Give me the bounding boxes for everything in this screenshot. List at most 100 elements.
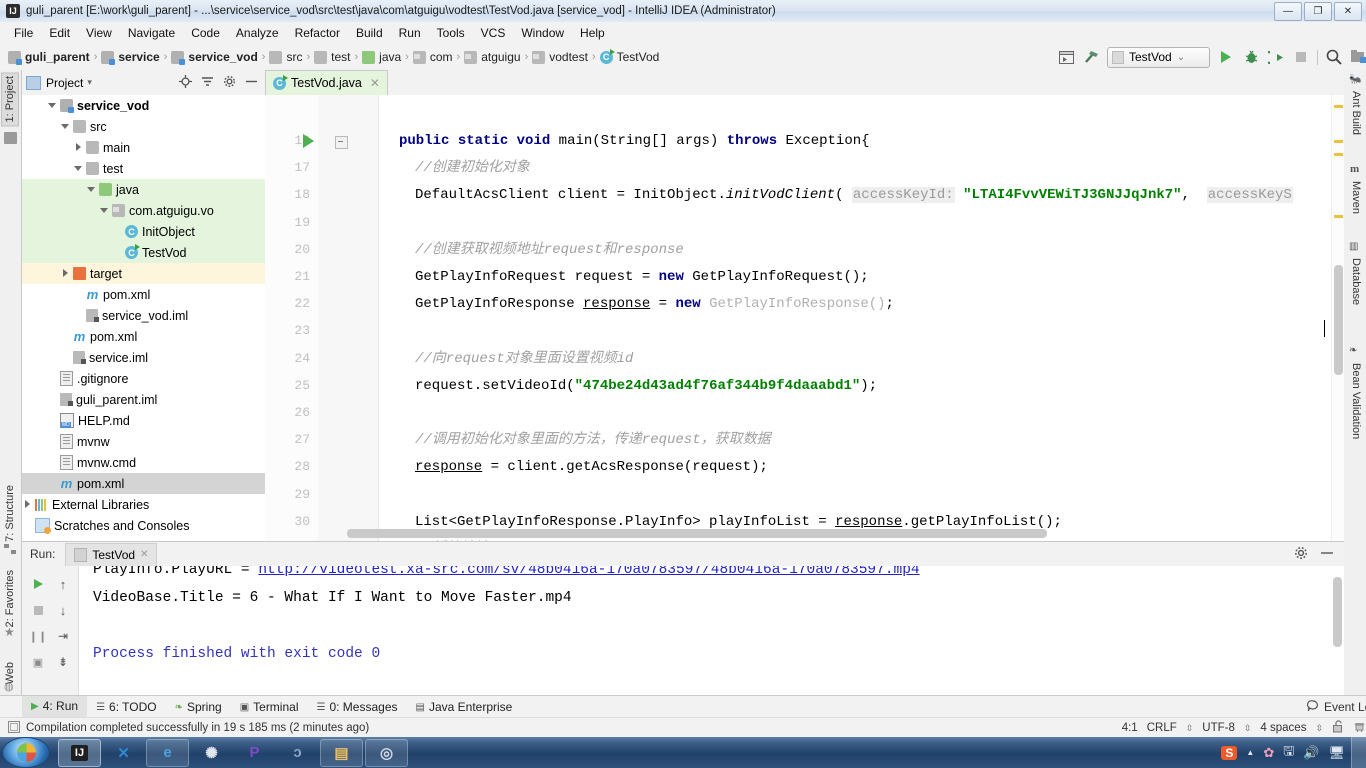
sidebar-item-ant-build[interactable]: Ant Build: [1348, 88, 1364, 138]
run-button[interactable]: [1217, 48, 1235, 66]
sidebar-item-project[interactable]: 1: Project: [1, 72, 19, 127]
menu-item-help[interactable]: Help: [572, 24, 613, 42]
console-vertical-scrollbar[interactable]: [1333, 577, 1342, 647]
tree-node-testvod[interactable]: C TestVod: [22, 242, 265, 263]
chevron-right-icon[interactable]: [22, 499, 33, 510]
tree-node--gitignore[interactable]: .gitignore: [22, 368, 265, 389]
tree-node-test[interactable]: test: [22, 158, 265, 179]
code-line[interactable]: request.setVideoId("474be24d43ad4f76af34…: [379, 378, 877, 394]
network-tray-icon[interactable]: 🖥: [1328, 745, 1345, 761]
tree-node-pom-xml[interactable]: m pom.xml: [22, 326, 265, 347]
breadcrumb-item-test[interactable]: test: [314, 50, 350, 64]
internet-explorer-taskbar-icon[interactable]: e: [146, 738, 189, 767]
settings-gear-icon[interactable]: [223, 75, 236, 91]
app-taskbar-icon[interactable]: ɔ: [277, 740, 318, 766]
menu-item-analyze[interactable]: Analyze: [228, 24, 287, 42]
sidebar-item-database[interactable]: Database: [1348, 255, 1364, 308]
bottom-tab-spring[interactable]: ❧ Spring: [166, 697, 231, 718]
tree-node-pom-xml[interactable]: m pom.xml: [22, 284, 265, 305]
tree-node-main[interactable]: main: [22, 137, 265, 158]
warning-marker[interactable]: [1334, 153, 1343, 156]
media-player-taskbar-icon[interactable]: ✺: [191, 740, 232, 766]
scroll-down-button[interactable]: ↓: [54, 601, 72, 619]
code-line[interactable]: List<GetPlayInfoResponse.PlayInfo> playI…: [379, 514, 1062, 530]
volume-tray-icon[interactable]: 🔊: [1303, 745, 1319, 761]
intellij-idea-taskbar-icon[interactable]: IJ: [58, 738, 101, 767]
code-line[interactable]: public static void main(String[] args) t…: [379, 133, 870, 149]
warning-marker[interactable]: [1334, 215, 1343, 218]
debug-button[interactable]: [1242, 48, 1260, 66]
breadcrumb-item-guli-parent[interactable]: guli_parent: [8, 50, 90, 65]
breadcrumb-item-vodtest[interactable]: vodtest: [532, 50, 588, 64]
chevron-down-icon[interactable]: ⌄: [1177, 52, 1185, 63]
tree-node-help-md[interactable]: HELP.md: [22, 410, 265, 431]
chevron-down-icon[interactable]: [73, 163, 84, 174]
menu-item-navigate[interactable]: Navigate: [120, 24, 183, 42]
fold-toggle-icon[interactable]: [335, 136, 348, 149]
chevron-down-icon[interactable]: [99, 205, 110, 216]
scroll-up-button[interactable]: ↑: [54, 575, 72, 593]
tree-node-external-libraries[interactable]: External Libraries: [22, 494, 265, 515]
menu-item-run[interactable]: Run: [391, 24, 429, 42]
event-log-label[interactable]: Event Log: [1324, 700, 1366, 714]
stop-button[interactable]: [29, 601, 47, 619]
recorder-taskbar-icon[interactable]: ◎: [365, 738, 408, 767]
rerun-button[interactable]: [29, 575, 47, 593]
safe-remove-tray-icon[interactable]: 🖫: [1283, 742, 1294, 764]
show-hidden-icons-tray-icon[interactable]: ▲: [1246, 748, 1254, 757]
tree-node-service-iml[interactable]: service.iml: [22, 347, 265, 368]
code-line[interactable]: GetPlayInfoResponse response = new GetPl…: [379, 296, 894, 312]
code-line[interactable]: //创建获取视频地址request和response: [379, 242, 684, 258]
file-explorer-taskbar-icon[interactable]: ▤: [320, 738, 363, 767]
build-hammer-icon[interactable]: [1082, 48, 1100, 66]
flower-tray-icon[interactable]: ✿: [1263, 745, 1274, 761]
editor-vertical-scrollbar[interactable]: [1334, 265, 1343, 375]
hector-icon[interactable]: [1353, 720, 1366, 736]
breadcrumb-item-java[interactable]: java: [362, 50, 401, 64]
code-line[interactable]: GetPlayInfoRequest request = new GetPlay…: [379, 269, 869, 285]
breadcrumb-item-com[interactable]: com: [412, 50, 453, 64]
run-with-coverage-button[interactable]: [1267, 48, 1285, 66]
menu-item-build[interactable]: Build: [348, 24, 391, 42]
breadcrumb-item-testvod[interactable]: C TestVod: [599, 48, 659, 64]
run-tab-testvod[interactable]: TestVod ✕: [65, 542, 158, 566]
tree-node-mvnw[interactable]: mvnw: [22, 431, 265, 452]
chevron-down-icon[interactable]: [86, 184, 97, 195]
unlocked-icon[interactable]: [1332, 720, 1344, 736]
editor-horizontal-scrollbar[interactable]: [347, 529, 1047, 538]
tree-node-service-vod-iml[interactable]: service_vod.iml: [22, 305, 265, 326]
caret-position[interactable]: 4:1: [1122, 722, 1138, 734]
warning-marker[interactable]: [1334, 140, 1343, 143]
console-link-line[interactable]: PlayInfo.PlayURL = http://videotest.xa-s…: [93, 566, 920, 578]
code-line[interactable]: //向request对象里面设置视频id: [379, 351, 633, 367]
screenshot-button[interactable]: ▣: [29, 653, 47, 671]
console-output[interactable]: PlayInfo.PlayURL = http://videotest.xa-s…: [79, 566, 1344, 696]
encoding-spinner-icon[interactable]: ⇳: [1244, 723, 1252, 734]
warning-marker[interactable]: [1334, 105, 1343, 108]
vscode-taskbar-icon[interactable]: ✕: [103, 740, 144, 766]
open-in-window-icon[interactable]: [1057, 48, 1075, 66]
tree-node-com-atguigu-vo[interactable]: com.atguigu.vo: [22, 200, 265, 221]
tree-node-pom-xml[interactable]: m pom.xml: [22, 473, 265, 494]
file-encoding[interactable]: UTF-8: [1202, 722, 1235, 734]
chevron-down-icon[interactable]: ▾: [87, 77, 92, 88]
breadcrumb-item-service[interactable]: service: [101, 50, 160, 65]
chevron-down-icon[interactable]: [47, 100, 58, 111]
bottom-tab-4--run[interactable]: ▶ 4: Run: [22, 695, 88, 719]
collapse-all-icon[interactable]: [201, 75, 214, 91]
indent-setting[interactable]: 4 spaces: [1260, 722, 1306, 734]
menu-item-edit[interactable]: Edit: [41, 24, 78, 42]
tree-node-scratches-and-consoles[interactable]: Scratches and Consoles: [22, 515, 265, 536]
sogou-input-tray-icon[interactable]: S: [1221, 745, 1238, 760]
pause-button[interactable]: ❙❙: [29, 627, 47, 645]
menu-item-tools[interactable]: Tools: [429, 24, 473, 42]
windows-start-button[interactable]: [2, 737, 50, 768]
chevron-right-icon[interactable]: [60, 268, 71, 279]
bottom-tab-0--messages[interactable]: ☰ 0: Messages: [308, 697, 407, 718]
code-line[interactable]: DefaultAcsClient client = InitObject.ini…: [379, 187, 1293, 204]
bottom-tab-6--todo[interactable]: ☰ 6: TODO: [87, 697, 166, 718]
code-line[interactable]: response = client.getAcsResponse(request…: [379, 459, 768, 475]
code-line[interactable]: //调用初始化对象里面的方法，传递request，获取数据: [379, 432, 771, 448]
breadcrumb-item-src[interactable]: src: [269, 50, 302, 64]
close-icon[interactable]: ✕: [370, 76, 380, 90]
